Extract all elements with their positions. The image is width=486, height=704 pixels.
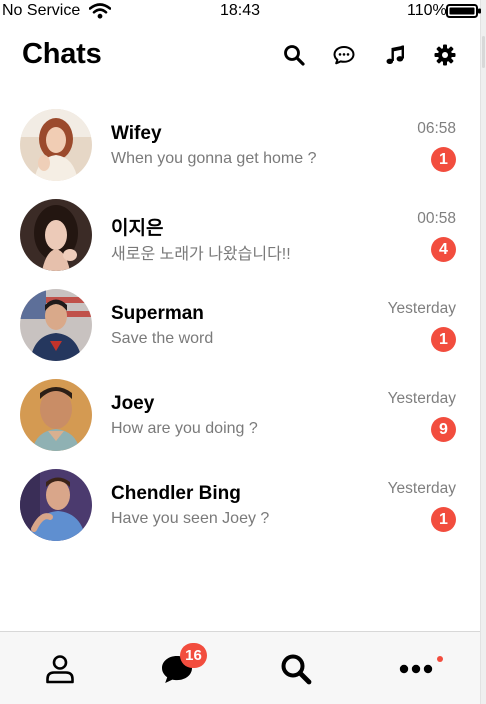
unread-badge: 1 bbox=[431, 507, 456, 532]
page-title: Chats bbox=[22, 38, 102, 70]
tab-search[interactable] bbox=[240, 632, 360, 704]
header: Chats bbox=[0, 36, 480, 78]
tab-more[interactable] bbox=[360, 632, 480, 704]
chat-time: 00:58 bbox=[417, 210, 456, 227]
settings-button[interactable] bbox=[433, 43, 457, 67]
chat-preview: When you gonna get home ? bbox=[111, 150, 317, 167]
avatar bbox=[20, 289, 92, 361]
more-icon bbox=[399, 664, 433, 674]
chat-time: Yesterday bbox=[387, 390, 456, 407]
chat-name: Joey bbox=[111, 393, 155, 414]
chat-list: Wifey When you gonna get home ? 06:58 1 … bbox=[0, 100, 480, 550]
chat-name: Superman bbox=[111, 303, 204, 324]
unread-badge: 1 bbox=[431, 147, 456, 172]
chat-preview: How are you doing ? bbox=[111, 420, 258, 437]
chat-name: Chendler Bing bbox=[111, 483, 241, 504]
music-button[interactable] bbox=[383, 43, 407, 67]
chat-bubble-icon bbox=[333, 46, 355, 65]
chat-item-chendler-bing[interactable]: Chendler Bing Have you seen Joey ? Yeste… bbox=[0, 460, 480, 550]
chat-preview: Save the word bbox=[111, 330, 214, 347]
chats-unread-badge: 16 bbox=[180, 643, 207, 668]
unread-badge: 9 bbox=[431, 417, 456, 442]
music-note-icon bbox=[386, 45, 404, 64]
scrollbar-thumb[interactable] bbox=[482, 36, 485, 68]
chat-time: Yesterday bbox=[387, 480, 456, 497]
chat-time: 06:58 bbox=[417, 120, 456, 137]
chat-preview: 새로운 노래가 나왔습니다!! bbox=[111, 246, 291, 263]
avatar bbox=[20, 379, 92, 451]
new-chat-button[interactable] bbox=[332, 43, 356, 67]
search-icon bbox=[281, 654, 312, 685]
person-icon bbox=[46, 655, 74, 684]
avatar bbox=[20, 109, 92, 181]
chat-item-wifey[interactable]: Wifey When you gonna get home ? 06:58 1 bbox=[0, 100, 480, 190]
chat-preview: Have you seen Joey ? bbox=[111, 510, 270, 527]
chat-item-superman[interactable]: Superman Save the word Yesterday 1 bbox=[0, 280, 480, 370]
search-icon bbox=[284, 45, 305, 66]
unread-badge: 1 bbox=[431, 327, 456, 352]
unread-badge: 4 bbox=[431, 237, 456, 262]
chat-name: 이지은 bbox=[111, 218, 164, 239]
status-bar: No Service 18:43 110% bbox=[0, 0, 482, 24]
battery-percentage: 110% bbox=[407, 2, 447, 19]
chat-item-joey[interactable]: Joey How are you doing ? Yesterday 9 bbox=[0, 370, 480, 460]
avatar bbox=[20, 469, 92, 541]
gear-icon bbox=[434, 44, 456, 66]
tab-bar: 16 bbox=[0, 631, 480, 704]
tab-friends[interactable] bbox=[0, 632, 120, 704]
chat-item-jieun[interactable]: 이지은 새로운 노래가 나왔습니다!! 00:58 4 bbox=[0, 190, 480, 280]
chat-time: Yesterday bbox=[387, 300, 456, 317]
notification-dot bbox=[437, 656, 443, 662]
battery-icon bbox=[446, 4, 482, 18]
tab-chats[interactable] bbox=[120, 632, 240, 704]
avatar bbox=[20, 199, 92, 271]
chat-name: Wifey bbox=[111, 123, 162, 144]
scrollbar[interactable] bbox=[480, 0, 486, 704]
search-button[interactable] bbox=[282, 43, 306, 67]
